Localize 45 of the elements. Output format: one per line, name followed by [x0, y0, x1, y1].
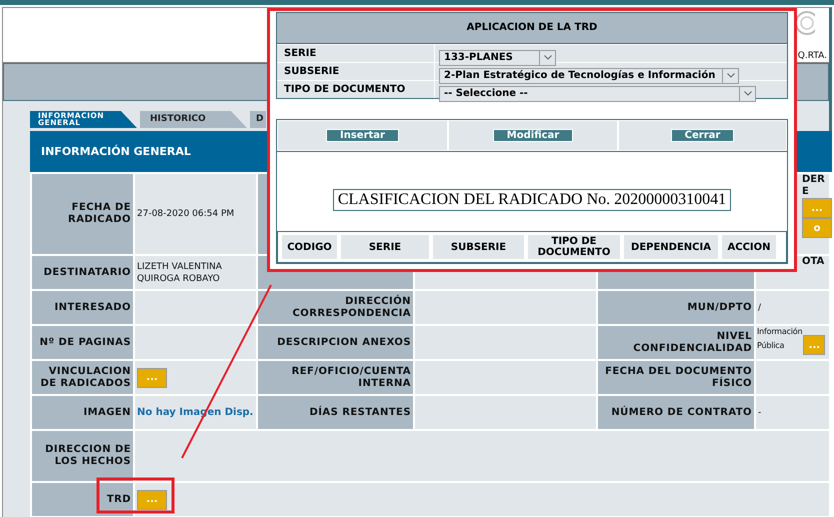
- field-label: MUN/DPTO: [598, 291, 754, 324]
- field-label: DIRECCIÓN CORRESPONDENCIA: [258, 291, 413, 324]
- column-header: DEPENDENCIA: [624, 235, 718, 259]
- classification-title: CLASIFICACION DEL RADICADO No. 20200000310041: [332, 189, 732, 211]
- tab[interactable]: D: [250, 111, 266, 128]
- column-header: CODIGO: [282, 235, 337, 259]
- partial-label: E: [802, 186, 809, 198]
- caret-icon: [539, 50, 555, 64]
- field-label: NÚMERO DE CONTRATO: [598, 396, 754, 429]
- field-label: DESTINATARIO: [32, 256, 133, 289]
- field-label: DÍAS RESTANTES: [258, 396, 413, 429]
- field-value: LIZETH VALENTINA QUIROGA ROBAYO: [135, 256, 256, 289]
- select-field[interactable]: 2-Plan Estratégico de Tecnologías e Información: [439, 68, 739, 84]
- select-field[interactable]: 133-PLANES: [439, 50, 556, 66]
- select-field[interactable]: -- Seleccione --: [439, 86, 756, 102]
- field-value: -: [756, 396, 829, 429]
- logo-caption: Q.RTA.: [798, 51, 827, 61]
- field-value: Información Pública: [757, 326, 802, 352]
- field-label: FECHA DE RADICADO: [32, 174, 133, 254]
- field-label: DESCRIPCION ANEXOS: [258, 326, 413, 359]
- field-label: TIPO DE DOCUMENTO: [277, 81, 435, 98]
- field-label: NIVEL CONFIDENCIALIDAD: [598, 326, 754, 359]
- partial-label: DER: [802, 174, 825, 186]
- field-label: TRD: [32, 483, 133, 516]
- action-button[interactable]: Cerrar: [670, 129, 734, 142]
- field-label: INTERESADO: [32, 291, 133, 324]
- column-header: SUBSERIE: [433, 235, 524, 259]
- caret-icon: [722, 68, 738, 82]
- field-value: /: [756, 291, 829, 324]
- column-header: ACCION: [722, 235, 776, 259]
- field-label: REF/OFICIO/CUENTA INTERNA: [258, 361, 413, 394]
- field-label: IMAGEN: [32, 396, 133, 429]
- column-header: SERIE: [341, 235, 429, 259]
- field-value: 27-08-2020 06:54 PM: [135, 174, 256, 254]
- action-button[interactable]: Insertar: [326, 129, 399, 142]
- column-header: TIPO DE DOCUMENTO: [528, 235, 620, 259]
- tab[interactable]: HISTORICO: [140, 111, 247, 128]
- field-label: VINCULACION DE RADICADOS: [32, 361, 133, 394]
- field-label: DIRECCION DE LOS HECHOS: [32, 431, 133, 481]
- caret-icon: [739, 86, 755, 100]
- partial-label: OTA: [802, 256, 824, 268]
- field-label: FECHA DEL DOCUMENTO FÍSICO: [598, 361, 754, 394]
- dialog-title: APLICACION DE LA TRD: [277, 13, 787, 44]
- field-label: Nº DE PAGINAS: [32, 326, 133, 359]
- action-button[interactable]: Modificar: [492, 129, 574, 142]
